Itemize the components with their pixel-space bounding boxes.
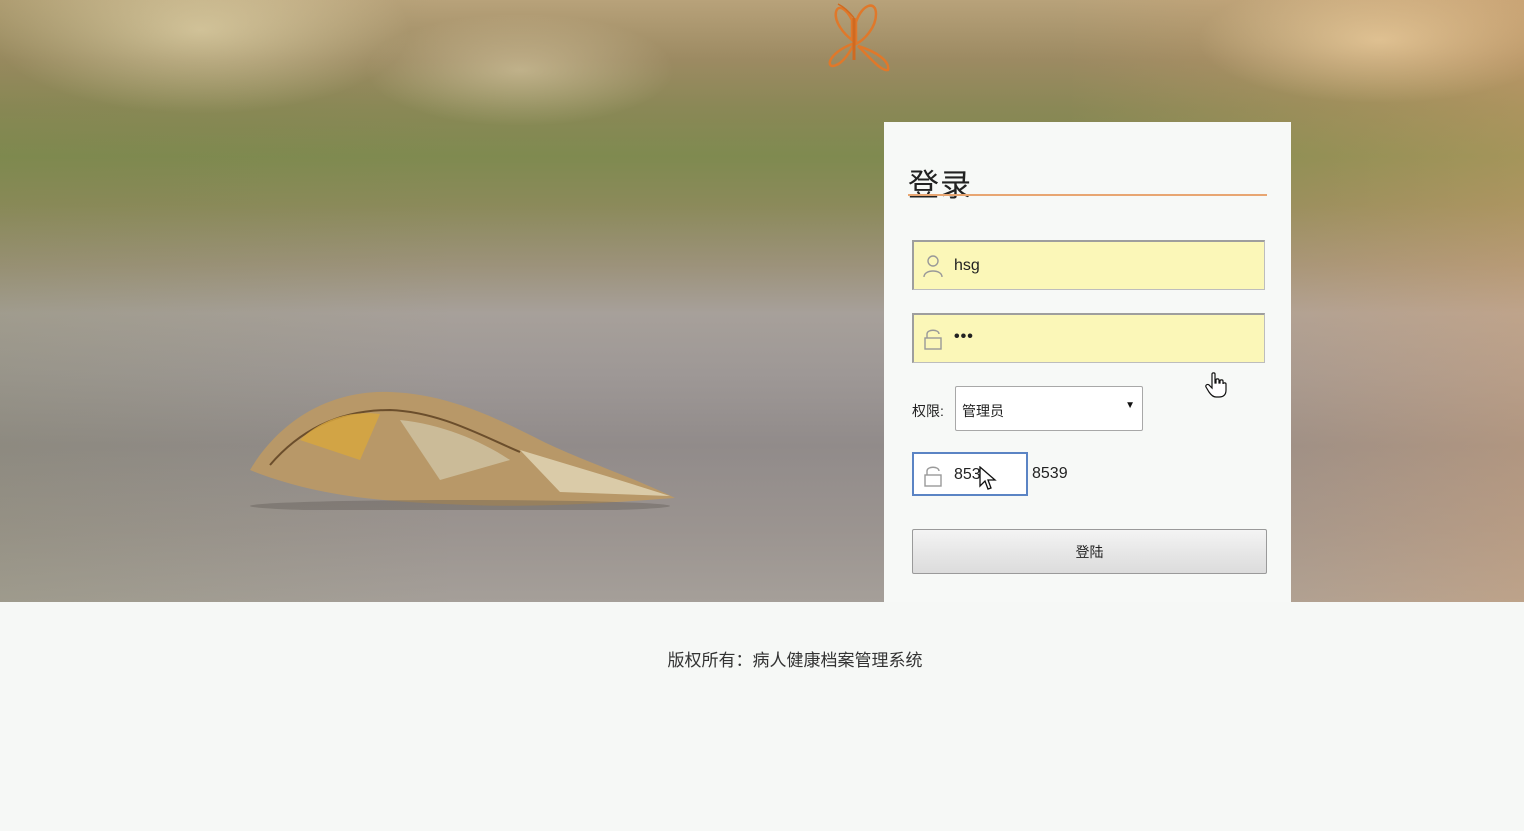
hand-cursor-icon [1205,372,1227,398]
footer-copyright: 版权所有：病人健康档案管理系统 [667,651,923,670]
username-input[interactable]: hsg [912,240,1265,290]
lock-icon [924,466,942,487]
password-value: ••• [954,328,974,345]
title-underline [908,194,1267,196]
login-panel: 登录 hsg ••• 权限: 管理员 ▼ 853 8539 登陆 [884,122,1291,602]
captcha-input[interactable]: 853 [912,452,1028,496]
role-select[interactable]: 管理员 ▼ [955,386,1143,431]
caret-down-icon: ▼ [1125,400,1135,411]
butterfly-logo [828,3,890,72]
user-icon [923,255,943,278]
captcha-code[interactable]: 8539 [1032,465,1068,483]
password-input[interactable]: ••• [912,313,1265,363]
lock-icon [924,329,942,350]
arrow-cursor-icon [979,466,997,490]
login-title: 登录 [908,168,972,204]
role-label: 权限: [912,403,944,419]
captcha-input-value: 853 [954,466,981,483]
role-selected-value: 管理员 [962,403,1004,419]
username-value: hsg [954,257,980,274]
leaf-image [250,391,675,510]
login-button[interactable]: 登陆 [912,529,1267,574]
background-photo [0,0,1524,602]
